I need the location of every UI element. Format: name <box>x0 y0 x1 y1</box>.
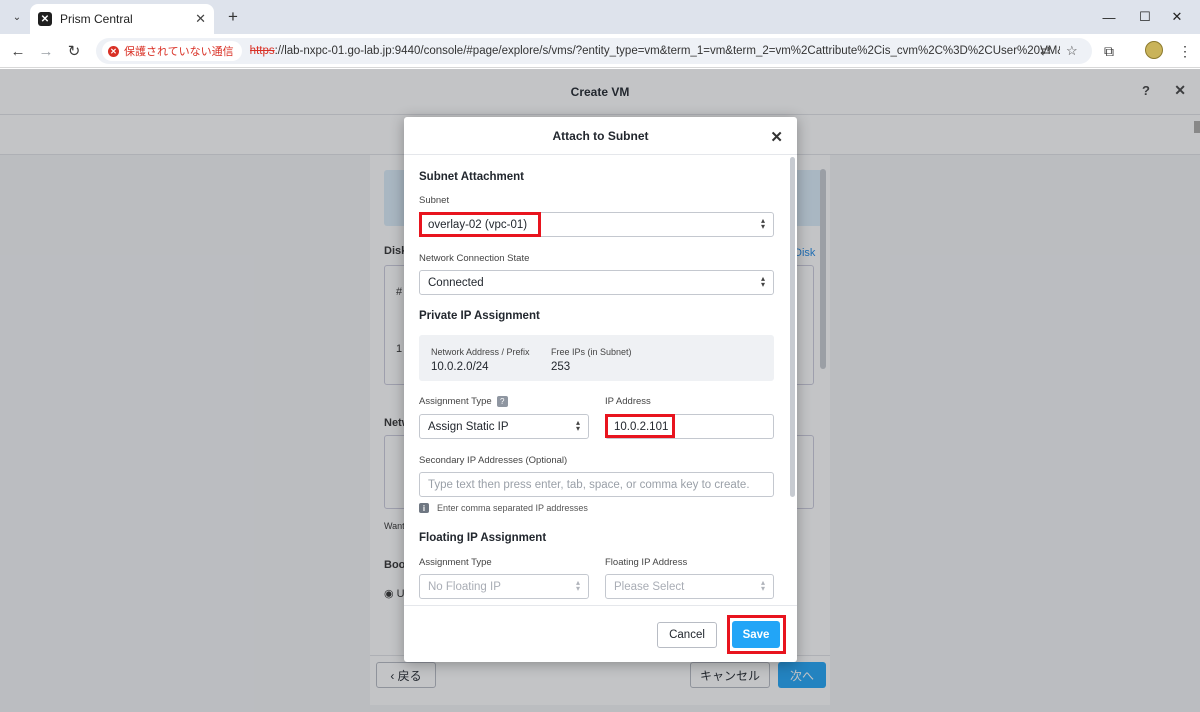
prism-favicon-icon: ✕ <box>38 12 52 26</box>
floating-ip-address-label: Floating IP Address <box>605 557 688 568</box>
back-arrow-icon[interactable]: ← <box>6 39 30 63</box>
profile-avatar[interactable] <box>1145 41 1163 59</box>
reload-icon[interactable]: ↻ <box>62 39 86 63</box>
info-icon: i <box>419 503 429 513</box>
floating-ip-address-value: Please Select <box>614 580 685 593</box>
floating-assignment-type-label: Assignment Type <box>419 557 492 568</box>
floating-ip-address-select[interactable]: Please Select ▴ ▾ <box>605 574 774 599</box>
private-ip-heading: Private IP Assignment <box>419 310 540 322</box>
not-secure-icon: ✕ <box>108 45 119 57</box>
floating-assignment-type-value: No Floating IP <box>428 580 501 593</box>
connection-state-value: Connected <box>428 276 484 289</box>
attach-to-subnet-dialog: Attach to Subnet ✕ Subnet Attachment Sub… <box>404 117 797 662</box>
new-tab-plus-icon[interactable]: + <box>222 6 244 28</box>
dialog-header: Attach to Subnet ✕ <box>404 117 797 155</box>
free-ips-value: 253 <box>551 361 571 373</box>
select-caret-icon: ▴ ▾ <box>575 418 580 433</box>
subnet-info-panel: Network Address / Prefix 10.0.2.0/24 Fre… <box>419 335 774 381</box>
subnet-attachment-heading: Subnet Attachment <box>419 171 524 183</box>
floating-assignment-type-select[interactable]: No Floating IP ▴ ▾ <box>419 574 589 599</box>
question-help-icon[interactable]: ? <box>496 396 508 407</box>
connection-state-select[interactable]: Connected ▴ ▾ <box>419 270 774 295</box>
select-caret-icon: ▴ ▾ <box>575 578 580 593</box>
subnet-select[interactable]: overlay-02 (vpc-01) ▴ ▾ <box>419 212 774 237</box>
browser-tab-strip: ⌄ ✕ Prism Central ✕ + — ☐ ✕ <box>0 0 1200 34</box>
tab-search-chevron-icon[interactable]: ⌄ <box>6 7 28 27</box>
secondary-ip-input[interactable]: Type text then press enter, tab, space, … <box>419 472 774 497</box>
secondary-ip-hint-text: Enter comma separated IP addresses <box>437 503 588 513</box>
cancel-button[interactable]: Cancel <box>657 622 717 648</box>
secondary-ip-hint: i Enter comma separated IP addresses <box>419 503 588 513</box>
assignment-type-label: Assignment Type? <box>419 396 508 407</box>
connection-state-label: Network Connection State <box>419 253 530 264</box>
select-caret-icon: ▴ ▾ <box>760 578 765 593</box>
extensions-icon[interactable]: ⧉ <box>1104 43 1114 60</box>
select-caret-icon: ▴ ▾ <box>760 216 765 231</box>
network-address-value: 10.0.2.0/24 <box>431 361 489 373</box>
subnet-label: Subnet <box>419 195 450 206</box>
dialog-title: Attach to Subnet <box>552 128 649 143</box>
browser-tab[interactable]: ✕ Prism Central ✕ <box>30 4 214 34</box>
ip-address-label: IP Address <box>605 396 651 407</box>
assignment-type-select[interactable]: Assign Static IP ▴ ▾ <box>419 414 589 439</box>
browser-toolbar: ← → ↻ ✕ 保護されていない通信 https://lab-nxpc-01.g… <box>0 34 1200 68</box>
security-chip[interactable]: ✕ 保護されていない通信 <box>102 41 242 61</box>
window-close-icon[interactable]: ✕ <box>1154 5 1200 29</box>
save-button[interactable]: Save <box>732 621 780 648</box>
secondary-ip-label: Secondary IP Addresses (Optional) <box>419 455 568 466</box>
url-text[interactable]: https://lab-nxpc-01.go-lab.jp:9440/conso… <box>250 45 1060 57</box>
subnet-value: overlay-02 (vpc-01) <box>428 218 528 231</box>
url-rest: ://lab-nxpc-01.go-lab.jp:9440/console/#p… <box>274 45 1060 57</box>
dialog-body: Subnet Attachment Subnet overlay-02 (vpc… <box>404 155 797 605</box>
dialog-close-icon[interactable]: ✕ <box>770 128 783 146</box>
security-label: 保護されていない通信 <box>124 46 234 58</box>
floating-ip-heading: Floating IP Assignment <box>419 532 547 544</box>
ip-address-value: 10.0.2.101 <box>614 420 669 433</box>
forward-arrow-icon[interactable]: → <box>34 39 58 63</box>
tab-close-icon[interactable]: ✕ <box>195 11 206 27</box>
tab-title: Prism Central <box>60 12 133 26</box>
url-scheme: https <box>249 45 275 57</box>
dialog-scrollbar[interactable] <box>790 157 795 497</box>
network-address-label: Network Address / Prefix <box>431 347 530 357</box>
ip-address-input[interactable]: 10.0.2.101 <box>605 414 774 439</box>
assignment-type-value: Assign Static IP <box>428 420 509 433</box>
browser-menu-icon[interactable]: ⋮ <box>1178 43 1192 60</box>
edge-handle <box>1194 121 1200 133</box>
translate-icon[interactable]: ⇄ <box>1040 43 1051 59</box>
secondary-ip-placeholder: Type text then press enter, tab, space, … <box>428 478 750 491</box>
free-ips-label: Free IPs (in Subnet) <box>551 347 632 357</box>
address-bar[interactable]: ✕ 保護されていない通信 https://lab-nxpc-01.go-lab.… <box>96 38 1092 64</box>
select-caret-icon: ▴ ▾ <box>760 274 765 289</box>
bookmark-star-icon[interactable]: ☆ <box>1066 43 1078 59</box>
